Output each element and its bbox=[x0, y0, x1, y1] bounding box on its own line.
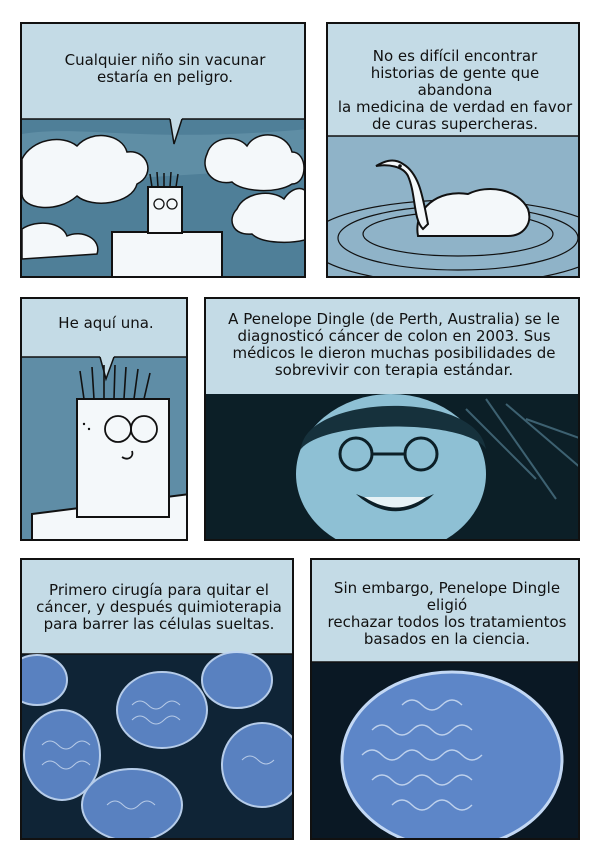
comic-panel-5: Primero cirugía para quitar el cáncer, y… bbox=[20, 558, 294, 840]
comic-panel-1: Cualquier niño sin vacunar estaría en pe… bbox=[20, 22, 306, 278]
comic-panel-6: Sin embargo, Penelope Dingle eligió rech… bbox=[310, 558, 580, 840]
panel-3-caption: He aquí una. bbox=[58, 314, 154, 332]
boy-closeup-illustration bbox=[22, 356, 186, 539]
panel-4-caption: A Penelope Dingle (de Perth, Australia) … bbox=[228, 310, 560, 379]
comic-panel-4: A Penelope Dingle (de Perth, Australia) … bbox=[204, 297, 580, 541]
panel-6-caption: Sin embargo, Penelope Dingle eligió rech… bbox=[327, 579, 567, 648]
panel-1-caption: Cualquier niño sin vacunar estaría en pe… bbox=[64, 51, 266, 86]
comic-panel-2: No es difícil encontrar historias de gen… bbox=[326, 22, 580, 278]
comic-panel-3: He aquí una. bbox=[20, 297, 188, 541]
panel-2-caption: No es difícil encontrar historias de gen… bbox=[337, 47, 573, 133]
panel-5-caption: Primero cirugía para quitar el cáncer, y… bbox=[36, 581, 282, 633]
